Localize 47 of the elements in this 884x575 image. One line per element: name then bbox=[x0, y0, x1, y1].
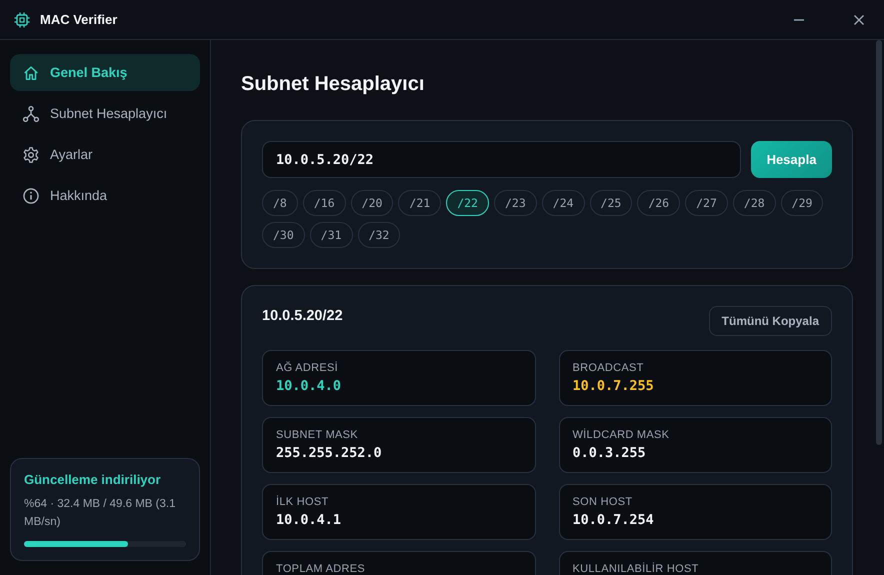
prefix-chip[interactable]: /20 bbox=[350, 190, 394, 216]
prefix-chip[interactable]: /26 bbox=[637, 190, 680, 216]
field-value: 10.0.7.254 bbox=[572, 512, 655, 528]
field-label: WİLDCARD MASK bbox=[572, 429, 670, 441]
field-label: AĞ ADRESİ bbox=[276, 362, 339, 374]
prefix-chip[interactable]: /30 bbox=[262, 222, 305, 248]
field-value: 255.255.252.0 bbox=[276, 445, 383, 461]
page-title: Subnet Hesaplayıcı bbox=[241, 72, 426, 97]
update-detail: %64 · 32.4 MB / 49.6 MB (3.1 MB/sn) bbox=[24, 497, 176, 530]
field-label: İLK HOST bbox=[276, 496, 330, 508]
field-label: TOPLAM ADRES bbox=[276, 563, 366, 575]
field-label: KULLANILABİLİR HOST bbox=[572, 563, 700, 575]
settings-icon bbox=[22, 146, 40, 164]
field-value: 10.0.7.255 bbox=[572, 378, 655, 394]
prefix-chip[interactable]: /32 bbox=[358, 222, 400, 248]
field-value: 10.0.4.0 bbox=[276, 378, 342, 394]
scrollbar[interactable] bbox=[876, 40, 882, 445]
window-title: MAC Verifier bbox=[40, 12, 118, 27]
copy-all-button[interactable]: Tümünü Kopyala bbox=[708, 306, 832, 336]
field-label: BROADCAST bbox=[572, 362, 645, 374]
result-title: 10.0.5.20/22 bbox=[262, 308, 343, 324]
prefix-chip[interactable]: /21 bbox=[398, 190, 442, 216]
prefix-chip[interactable]: /29 bbox=[780, 190, 824, 216]
info-icon bbox=[22, 186, 40, 204]
sidebar-item[interactable]: Genel Bakış bbox=[10, 54, 200, 91]
prefix-chip[interactable]: /31 bbox=[310, 222, 353, 248]
sidebar-item[interactable]: Hakkında bbox=[10, 177, 200, 214]
sidebar-item[interactable]: Ayarlar bbox=[10, 136, 200, 173]
sidebar-item[interactable]: Subnet Hesaplayıcı bbox=[10, 95, 200, 132]
close-icon[interactable] bbox=[852, 12, 866, 26]
prefix-chip[interactable]: /28 bbox=[732, 190, 776, 216]
field-value: 10.0.4.1 bbox=[276, 512, 342, 528]
prefix-chip[interactable]: /22 bbox=[446, 190, 489, 216]
network-icon bbox=[22, 104, 40, 122]
chip-icon bbox=[14, 12, 30, 28]
prefix-chip[interactable]: /16 bbox=[302, 190, 346, 216]
prefix-chip[interactable]: /8 bbox=[262, 190, 298, 216]
prefix-chip[interactable]: /25 bbox=[590, 190, 632, 216]
home-icon bbox=[22, 64, 40, 82]
field-label: SUBNET MASK bbox=[276, 429, 359, 441]
cidr-input[interactable]: 10.0.5.20/22 bbox=[262, 141, 741, 178]
prefix-chip[interactable]: /23 bbox=[494, 190, 537, 216]
prefix-chip[interactable]: /24 bbox=[542, 190, 585, 216]
prefix-chip[interactable]: /27 bbox=[685, 190, 728, 216]
field-label: SON HOST bbox=[572, 496, 634, 508]
field-value: 0.0.3.255 bbox=[572, 445, 647, 461]
update-title: Güncelleme indiriliyor bbox=[24, 472, 162, 487]
